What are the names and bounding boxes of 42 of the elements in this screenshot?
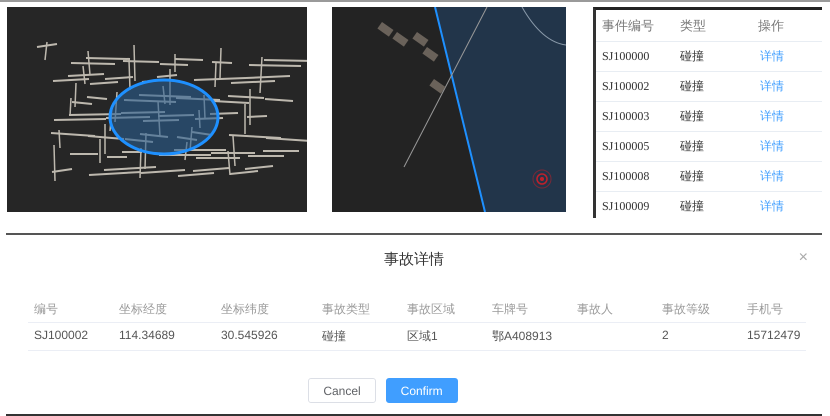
table-cell: 30.545926 (215, 323, 316, 351)
event-id-cell-text: SJ100008 (602, 169, 650, 184)
column-header: 手机号 (741, 295, 806, 323)
column-header: 事故人 (571, 295, 656, 323)
details-link[interactable]: 详情 (758, 108, 822, 125)
table-cell: 鄂A408913 (486, 323, 571, 351)
dialog-title: 事故详情 (384, 250, 444, 268)
confirm-button[interactable]: Confirm (386, 378, 458, 403)
table-cell: 碰撞 (316, 323, 401, 351)
table-cell: 15712479 (741, 323, 806, 351)
table-cell: 114.34689 (113, 323, 215, 351)
column-header: 操作 (758, 16, 785, 34)
details-link[interactable]: 详情 (758, 48, 822, 65)
event-type-cell-text: 碰撞 (680, 198, 705, 215)
column-header: 事件编号 (602, 16, 655, 34)
column-header: 事故类型 (316, 295, 401, 323)
event-id-cell-text: SJ100002 (602, 79, 650, 94)
table-cell: SJ100002 (28, 323, 113, 351)
cancel-button[interactable]: Cancel (308, 378, 376, 403)
column-header: 类型 (680, 16, 707, 34)
details-link[interactable]: 详情 (758, 168, 822, 185)
event-id-cell-text: SJ100003 (602, 109, 650, 124)
details-link[interactable]: 详情 (758, 198, 822, 215)
event-type-cell-text: 碰撞 (680, 168, 705, 185)
event-type-cell-text: 碰撞 (680, 138, 705, 155)
event-id-cell-text: SJ100005 (602, 139, 650, 154)
column-header: 编号 (28, 295, 113, 323)
column-header: 坐标经度 (113, 295, 215, 323)
details-link[interactable]: 详情 (758, 78, 822, 95)
column-header: 坐标纬度 (215, 295, 316, 323)
details-link[interactable]: 详情 (758, 138, 822, 155)
event-type-cell-text: 碰撞 (680, 108, 705, 125)
column-header: 事故区域 (401, 295, 486, 323)
event-id-cell-text: SJ100009 (602, 199, 650, 214)
event-id-cell-text: SJ100000 (602, 49, 650, 64)
column-header: 车牌号 (486, 295, 571, 323)
event-type-cell-text: 碰撞 (680, 78, 705, 95)
event-type-cell-text: 碰撞 (680, 48, 705, 65)
column-header: 事故等级 (656, 295, 741, 323)
table-cell: 区域1 (401, 323, 486, 351)
table-cell: 2 (656, 323, 741, 351)
close-button[interactable]: × (798, 249, 808, 267)
